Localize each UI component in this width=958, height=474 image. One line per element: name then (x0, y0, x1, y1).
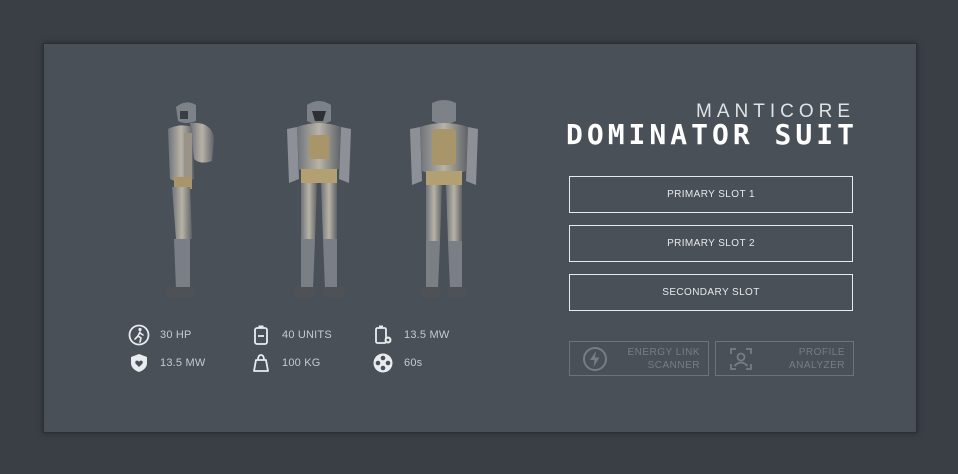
stat-duration: 60s (372, 352, 422, 374)
weight-icon (250, 352, 272, 374)
suit-back-view (404, 99, 484, 309)
suit-stats: 30 HP 13.5 MW 40 UNITS 100 KG 13.5 MW 60… (128, 324, 488, 384)
stat-capacity: 40 UNITS (250, 324, 332, 346)
energy-link-scanner-button[interactable]: ENERGY LINK SCANNER (569, 341, 709, 376)
profile-analyzer-line2: ANALYZER (788, 359, 845, 371)
stat-duration-value: 60s (404, 357, 423, 369)
profile-analyzer-button[interactable]: PROFILE ANALYZER (715, 341, 854, 376)
profile-scan-icon (728, 346, 754, 372)
battery-gear-icon (372, 324, 394, 346)
stat-weight-value: 100 KG (282, 357, 321, 369)
primary-slot-2-button[interactable]: PRIMARY SLOT 2 (569, 225, 853, 262)
battery-pack-icon (250, 324, 272, 346)
stat-shield-value: 13.5 MW (160, 357, 206, 369)
stat-health: 30 HP (128, 324, 192, 346)
secondary-slot-button[interactable]: SECONDARY SLOT (569, 274, 853, 311)
suit-front-view (279, 99, 359, 309)
suit-panel: 30 HP 13.5 MW 40 UNITS 100 KG 13.5 MW 60… (43, 43, 917, 433)
stat-health-value: 30 HP (160, 329, 192, 341)
stat-power: 13.5 MW (372, 324, 449, 346)
profile-analyzer-label: PROFILE ANALYZER (789, 346, 845, 372)
suit-side-view (154, 99, 234, 309)
stat-power-value: 13.5 MW (404, 329, 450, 341)
stat-capacity-value: 40 UNITS (282, 329, 332, 341)
suit-preview (154, 99, 484, 309)
energy-link-scanner-line1: ENERGY LINK (627, 346, 700, 358)
stat-weight: 100 KG (250, 352, 321, 374)
stat-shield: 13.5 MW (128, 352, 205, 374)
shield-heart-icon (128, 352, 150, 374)
primary-slot-1-button[interactable]: PRIMARY SLOT 1 (569, 176, 853, 213)
profile-analyzer-line1: PROFILE (798, 346, 845, 358)
suit-title: DOMINATOR SUIT (565, 118, 858, 151)
energy-link-scanner-line2: SCANNER (647, 359, 700, 371)
walking-figure-icon (128, 324, 150, 346)
reel-timer-icon (372, 352, 394, 374)
lightning-icon (582, 346, 608, 372)
energy-link-scanner-label: ENERGY LINK SCANNER (627, 346, 700, 372)
